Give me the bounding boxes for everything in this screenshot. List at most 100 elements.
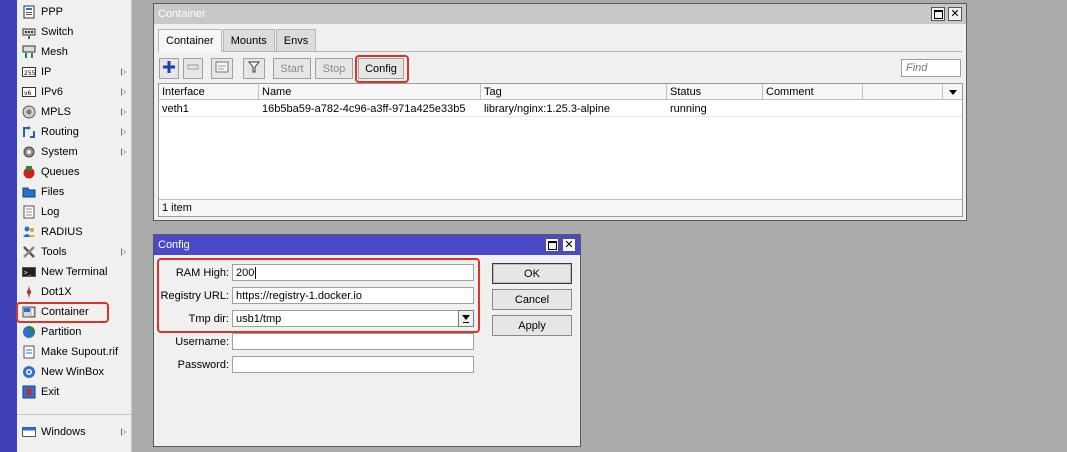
find-input[interactable] (901, 59, 961, 77)
ram-high-label: RAM High: (175, 267, 229, 279)
dropdown-bar-icon (463, 322, 469, 323)
svg-text:v6: v6 (24, 90, 32, 97)
sidebar-item-mpls[interactable]: MPLS (17, 102, 132, 122)
routing-icon (22, 125, 36, 139)
comment-button[interactable] (211, 58, 233, 79)
column-comment[interactable]: Comment (763, 84, 863, 100)
tools-icon (22, 245, 36, 259)
sidebar-item-tools[interactable]: Tools (17, 242, 132, 262)
log-icon (22, 205, 36, 219)
sidebar-item-routing[interactable]: Routing (17, 122, 132, 142)
submenu-arrow-icon (121, 128, 126, 136)
sidebar-item-label: MPLS (41, 106, 71, 118)
column-interface[interactable]: Interface (159, 84, 259, 100)
password-label: Password: (177, 359, 229, 371)
tmp-dir-label: Tmp dir: (188, 313, 229, 325)
ram-high-value: 200 (236, 266, 255, 279)
sidebar-item-log[interactable]: Log (17, 202, 132, 222)
start-button[interactable]: Start (273, 58, 311, 79)
tab-mounts[interactable]: Mounts (222, 29, 275, 51)
table-header: Interface Name Tag Status Comment (159, 84, 962, 100)
queues-icon (22, 165, 36, 179)
dropdown-arrow-icon (462, 314, 470, 320)
ip-icon: 255 (22, 65, 36, 79)
container-icon (22, 305, 36, 319)
cell-comment (763, 101, 766, 116)
sidebar-item-ip[interactable]: 255 IP (17, 62, 132, 82)
sidebar-item-make-supout[interactable]: Make Supout.rif (17, 342, 132, 362)
maximize-button[interactable] (931, 7, 945, 21)
submenu-arrow-icon (121, 428, 126, 436)
container-table: Interface Name Tag Status Comment veth1 … (158, 83, 963, 217)
sidebar-item-switch[interactable]: Switch (17, 22, 132, 42)
sidebar-item-ipv6[interactable]: v6 IPv6 (17, 82, 132, 102)
sidebar-item-new-terminal[interactable]: >_ New Terminal (17, 262, 132, 282)
minus-icon (187, 61, 199, 76)
tmp-dir-value: usb1/tmp (236, 312, 282, 325)
sidebar-item-label: Routing (41, 126, 79, 138)
sidebar-item-exit[interactable]: Exit (17, 382, 132, 402)
column-tag[interactable]: Tag (481, 84, 667, 100)
stop-button[interactable]: Stop (315, 58, 353, 79)
dot1x-icon (22, 285, 36, 299)
row-divider (159, 116, 962, 117)
apply-button[interactable]: Apply (492, 315, 572, 336)
tab-container[interactable]: Container (158, 29, 222, 52)
window-title: Config (158, 239, 190, 251)
add-button[interactable] (159, 58, 179, 79)
sidebar-item-partition[interactable]: Partition (17, 322, 132, 342)
sidebar-item-queues[interactable]: Queues (17, 162, 132, 182)
sidebar-item-system[interactable]: System (17, 142, 132, 162)
sidebar-item-label: Partition (41, 326, 82, 338)
submenu-arrow-icon (121, 108, 126, 116)
column-chooser-button[interactable] (943, 84, 962, 100)
sidebar-item-mesh[interactable]: Mesh (17, 42, 132, 62)
maximize-button[interactable] (545, 238, 559, 252)
sidebar-item-label: Container (41, 306, 89, 318)
sidebar-item-container[interactable]: Container (17, 302, 132, 322)
sidebar-item-label: Mesh (41, 46, 68, 58)
ram-high-input[interactable]: 200 (232, 264, 474, 281)
sidebar-item-label: Files (41, 186, 65, 198)
sidebar-item-new-winbox[interactable]: New WinBox (17, 362, 132, 382)
partition-icon (22, 325, 36, 339)
sidebar-item-windows[interactable]: Windows (17, 422, 132, 442)
dropdown-arrow-icon (948, 89, 957, 95)
ok-button[interactable]: OK (492, 263, 572, 284)
sidebar-item-ppp[interactable]: PPP (17, 2, 132, 22)
close-button[interactable]: ✕ (562, 238, 576, 252)
plus-icon (163, 61, 175, 76)
column-status[interactable]: Status (667, 84, 763, 100)
container-window: Container ✕ Container Mounts Envs Start … (153, 3, 967, 221)
container-window-titlebar[interactable]: Container (154, 4, 966, 24)
sidebar-item-files[interactable]: Files (17, 182, 132, 202)
submenu-arrow-icon (121, 88, 126, 96)
filter-button[interactable] (243, 58, 265, 79)
sidebar-item-label: IP (41, 66, 52, 78)
sidebar-item-label: Make Supout.rif (41, 346, 119, 358)
radius-icon (22, 225, 36, 239)
close-icon: ✕ (950, 7, 960, 20)
mesh-icon (22, 45, 36, 59)
tab-envs[interactable]: Envs (275, 29, 317, 51)
tmp-dir-dropdown-button[interactable] (458, 310, 474, 327)
tmp-dir-combobox[interactable]: usb1/tmp (232, 310, 474, 327)
config-window-titlebar[interactable]: Config (154, 235, 580, 255)
close-icon: ✕ (564, 238, 574, 251)
cell-name: 16b5ba59-a782-4c96-a3ff-971a425e33b5 (262, 102, 466, 115)
windows-icon (22, 425, 36, 439)
config-button[interactable]: Config (358, 58, 404, 79)
tab-separator (158, 51, 962, 52)
sidebar-item-label: RADIUS (41, 226, 83, 238)
sidebar-item-dot1x[interactable]: Dot1X (17, 282, 132, 302)
password-input[interactable] (232, 356, 474, 373)
username-input[interactable] (232, 333, 474, 350)
registry-url-input[interactable]: https://registry-1.docker.io (232, 287, 474, 304)
sidebar-item-radius[interactable]: RADIUS (17, 222, 132, 242)
sidebar-item-label: Dot1X (41, 286, 72, 298)
cancel-button[interactable]: Cancel (492, 289, 572, 310)
filter-icon (247, 61, 261, 76)
remove-button[interactable] (183, 58, 203, 79)
column-name[interactable]: Name (259, 84, 481, 100)
close-button[interactable]: ✕ (948, 7, 962, 21)
